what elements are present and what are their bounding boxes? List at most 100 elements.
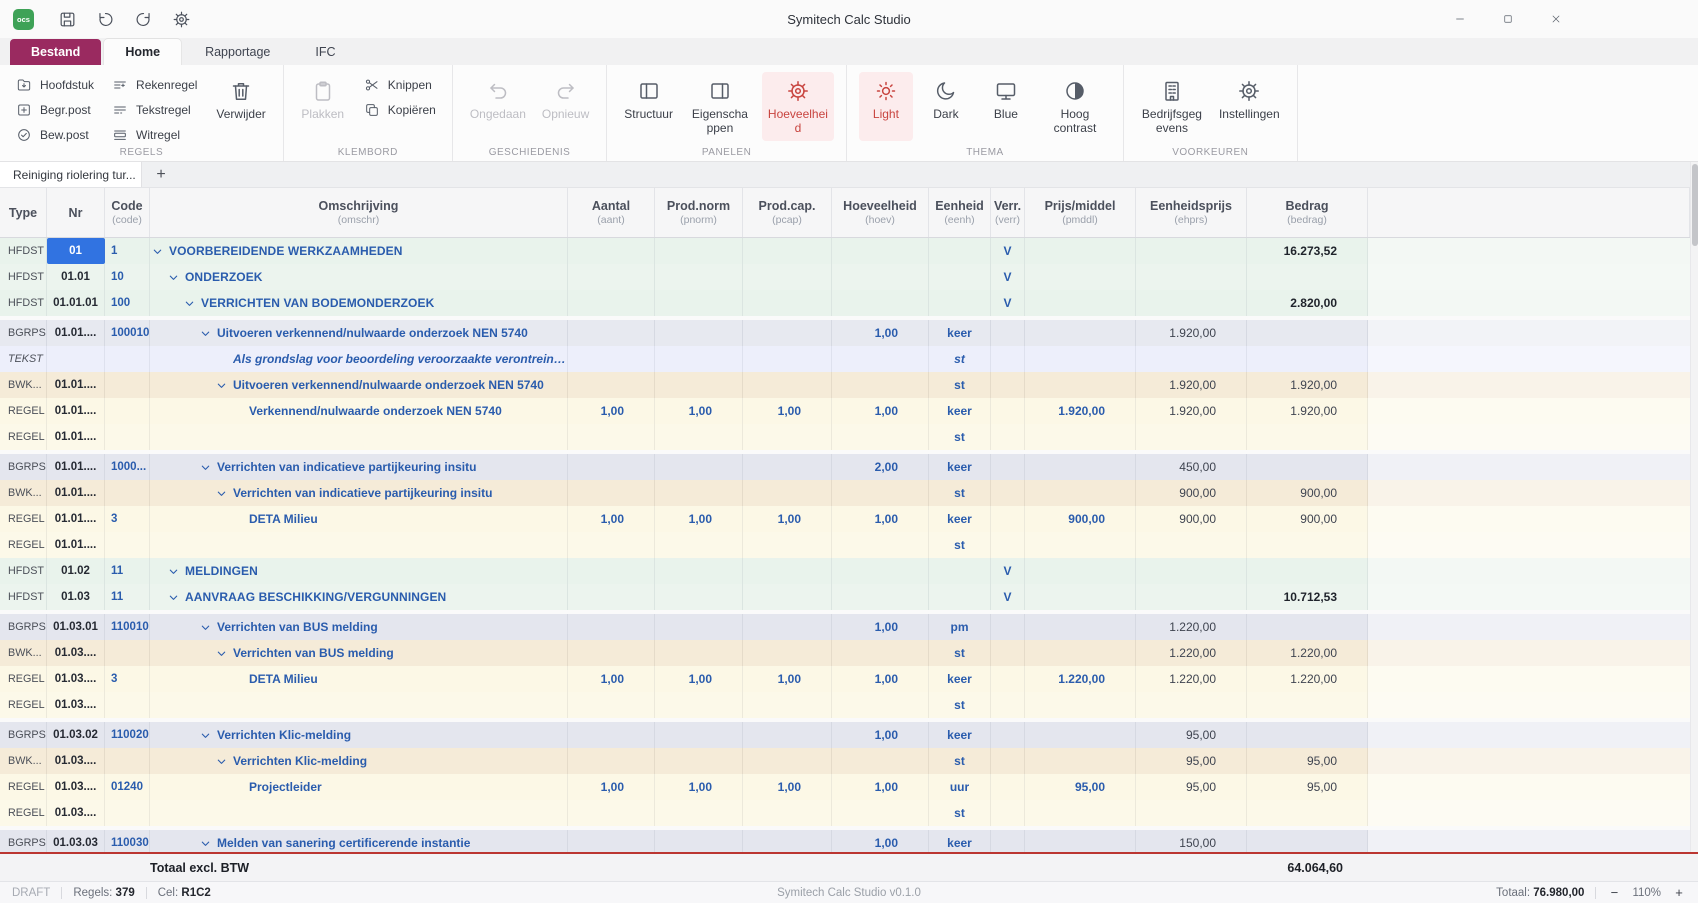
cell-ehprs[interactable]: 95,00: [1136, 748, 1247, 774]
cell-type[interactable]: BGRPS: [0, 454, 47, 480]
ribbon-button-ongedaan[interactable]: Ongedaan: [465, 72, 531, 127]
cell-hoev[interactable]: [832, 346, 929, 372]
cell-verr[interactable]: [991, 480, 1025, 506]
cell-hoev[interactable]: [832, 748, 929, 774]
cell-eenh[interactable]: st: [929, 372, 991, 398]
cell-aant[interactable]: [568, 454, 655, 480]
cell-pmddl[interactable]: 1.220,00: [1025, 666, 1136, 692]
cell-hoev[interactable]: 2,00: [832, 454, 929, 480]
cell-code[interactable]: [105, 800, 150, 826]
cell-aant[interactable]: 1,00: [568, 774, 655, 800]
cell-verr[interactable]: [991, 748, 1025, 774]
cell-omschr[interactable]: [150, 692, 568, 718]
ribbon-button-structuur[interactable]: Structuur: [619, 72, 678, 141]
cell-aant[interactable]: [568, 238, 655, 264]
cell-bedrag[interactable]: [1247, 722, 1368, 748]
cell-bedrag[interactable]: [1247, 830, 1368, 852]
cell-code[interactable]: [105, 748, 150, 774]
cell-ehprs[interactable]: [1136, 558, 1247, 584]
tree-chevron-down-icon[interactable]: [200, 838, 211, 849]
cell-code[interactable]: 1: [105, 238, 150, 264]
zoom-out-button[interactable]: −: [1607, 885, 1621, 900]
cell-code[interactable]: [105, 532, 150, 558]
cell-bedrag[interactable]: [1247, 424, 1368, 450]
cell-verr[interactable]: [991, 454, 1025, 480]
cell-bedrag[interactable]: 95,00: [1247, 774, 1368, 800]
cell-ehprs[interactable]: [1136, 532, 1247, 558]
cell-pnorm[interactable]: [655, 692, 743, 718]
cell-pnorm[interactable]: [655, 830, 743, 852]
cell-ehprs[interactable]: 95,00: [1136, 722, 1247, 748]
cell-ehprs[interactable]: [1136, 346, 1247, 372]
cell-aant[interactable]: [568, 372, 655, 398]
cell-ehprs[interactable]: [1136, 424, 1247, 450]
cell-aant[interactable]: [568, 290, 655, 316]
cell-omschr[interactable]: DETA Milieu: [150, 666, 568, 692]
cell-pcap[interactable]: [743, 722, 832, 748]
cell-type[interactable]: REGEL: [0, 532, 47, 558]
cell-verr[interactable]: [991, 774, 1025, 800]
cell-type[interactable]: REGEL: [0, 424, 47, 450]
cell-pmddl[interactable]: [1025, 454, 1136, 480]
column-header-nr[interactable]: Nr: [47, 188, 105, 237]
cell-ehprs[interactable]: [1136, 264, 1247, 290]
cell-nr[interactable]: 01.03....: [47, 640, 105, 666]
cell-nr[interactable]: 01.01....: [47, 320, 105, 346]
gear-icon[interactable]: [172, 10, 191, 29]
cell-omschr[interactable]: Verrichten van BUS melding: [150, 640, 568, 666]
cell-hoev[interactable]: [832, 640, 929, 666]
cell-eenh[interactable]: st: [929, 346, 991, 372]
cell-bedrag[interactable]: [1247, 264, 1368, 290]
cell-pcap[interactable]: [743, 800, 832, 826]
cell-pmddl[interactable]: [1025, 532, 1136, 558]
cell-ehprs[interactable]: [1136, 800, 1247, 826]
cell-pmddl[interactable]: [1025, 800, 1136, 826]
cell-nr[interactable]: 01.03....: [47, 800, 105, 826]
tab-bestand[interactable]: Bestand: [10, 39, 101, 65]
cell-omschr[interactable]: Verrichten van indicatieve partijkeuring…: [150, 454, 568, 480]
tree-chevron-down-icon[interactable]: [200, 328, 211, 339]
cell-code[interactable]: 1000...: [105, 454, 150, 480]
tree-chevron-down-icon[interactable]: [216, 648, 227, 659]
maximize-button[interactable]: [1484, 0, 1532, 38]
cell-ehprs[interactable]: 1.220,00: [1136, 614, 1247, 640]
sheet-tab-active[interactable]: Reiniging riolering tur...: [0, 162, 142, 187]
cell-verr[interactable]: [991, 320, 1025, 346]
cell-pnorm[interactable]: [655, 722, 743, 748]
cell-ehprs[interactable]: 900,00: [1136, 506, 1247, 532]
ribbon-button-hoeveelheid[interactable]: Hoeveelheid: [762, 72, 834, 141]
cell-pcap[interactable]: [743, 372, 832, 398]
cell-bedrag[interactable]: [1247, 800, 1368, 826]
cell-bedrag[interactable]: [1247, 558, 1368, 584]
vertical-scrollbar[interactable]: [1690, 162, 1698, 852]
cell-aant[interactable]: [568, 800, 655, 826]
cell-pmddl[interactable]: [1025, 238, 1136, 264]
tree-chevron-down-icon[interactable]: [200, 462, 211, 473]
cell-bedrag[interactable]: [1247, 454, 1368, 480]
cell-bedrag[interactable]: 10.712,53: [1247, 584, 1368, 610]
cell-code[interactable]: 110010: [105, 614, 150, 640]
cell-type[interactable]: BGRPS: [0, 722, 47, 748]
tab-home[interactable]: Home: [104, 39, 181, 65]
cell-pcap[interactable]: [743, 614, 832, 640]
cell-nr[interactable]: 01.03....: [47, 692, 105, 718]
cell-aant[interactable]: [568, 532, 655, 558]
cell-hoev[interactable]: [832, 558, 929, 584]
cell-pmddl[interactable]: [1025, 346, 1136, 372]
cell-eenh[interactable]: st: [929, 532, 991, 558]
cell-pnorm[interactable]: [655, 614, 743, 640]
cell-aant[interactable]: [568, 640, 655, 666]
cell-nr[interactable]: 01.02: [47, 558, 105, 584]
cell-pmddl[interactable]: [1025, 372, 1136, 398]
cell-type[interactable]: BWK...: [0, 372, 47, 398]
cell-type[interactable]: REGEL: [0, 666, 47, 692]
cell-aant[interactable]: 1,00: [568, 506, 655, 532]
cell-nr[interactable]: 01.01.01: [47, 290, 105, 316]
cell-code[interactable]: [105, 372, 150, 398]
redo-icon[interactable]: [134, 10, 153, 29]
cell-omschr[interactable]: [150, 532, 568, 558]
cell-pcap[interactable]: 1,00: [743, 774, 832, 800]
cell-eenh[interactable]: keer: [929, 454, 991, 480]
cell-verr[interactable]: V: [991, 264, 1025, 290]
cell-nr[interactable]: 01.01....: [47, 506, 105, 532]
